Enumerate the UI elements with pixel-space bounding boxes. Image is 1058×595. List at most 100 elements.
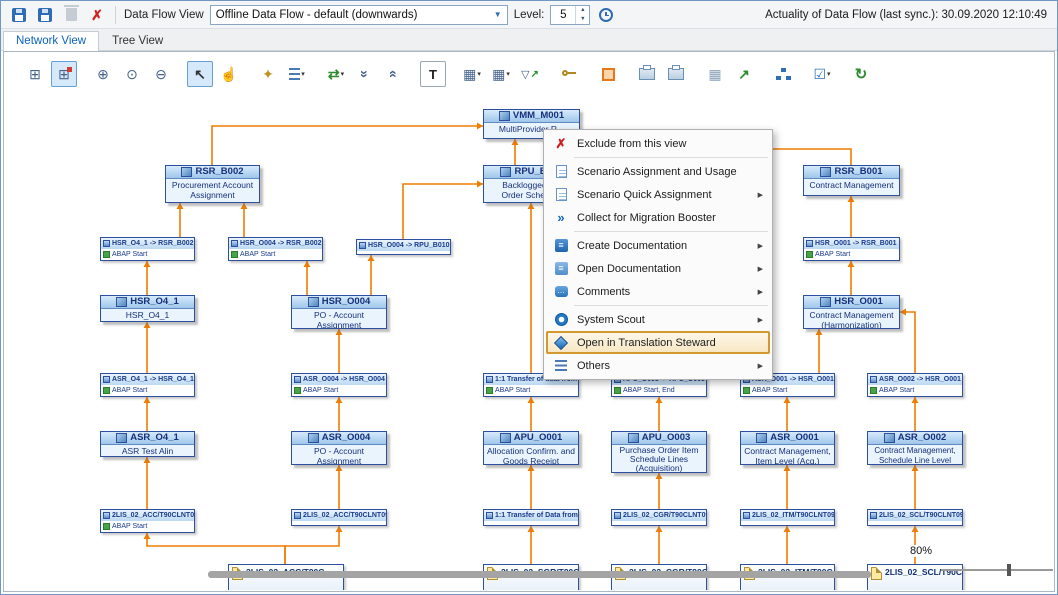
menu-item-system-scout[interactable]: System Scout ▶ bbox=[546, 308, 770, 331]
menu-item-scenario-quick-assignment[interactable]: Scenario Quick Assignment ▶ bbox=[546, 183, 770, 206]
authorization-button[interactable] bbox=[556, 61, 582, 87]
filter-up-button[interactable]: ▽↗ bbox=[517, 61, 543, 87]
print-button[interactable] bbox=[634, 61, 660, 87]
menu-item-exclude-from-view[interactable]: ✗ Exclude from this view bbox=[546, 132, 770, 155]
zoom-slider-handle[interactable] bbox=[1007, 564, 1011, 576]
tnode-line: ABAP Start bbox=[240, 251, 275, 258]
infoprovider-icon bbox=[116, 433, 127, 443]
node-asr-o002[interactable]: ASR_O002 Contract Management,Schedule Li… bbox=[867, 431, 963, 465]
discard-button[interactable]: ✗ bbox=[87, 5, 107, 25]
node-asr-o4-1[interactable]: ASR_O4_1 ASR Test Alin bbox=[100, 431, 195, 457]
transformation-node-t2[interactable]: HSR_O004 -> RSR_B002 ABAP Start bbox=[228, 237, 323, 261]
tnode-title: HSR_O4_1 -> RSR_B002 bbox=[112, 240, 194, 247]
expand-all-button[interactable]: « bbox=[381, 61, 407, 87]
transformation-node-t5[interactable]: ASR_O4_1 -> HSR_O4_1 ABAP Start bbox=[100, 373, 195, 397]
level-spinner[interactable]: 5 ▲ ▼ bbox=[550, 5, 590, 25]
spinner-arrows[interactable]: ▲ ▼ bbox=[575, 6, 589, 24]
transformation-node-t15[interactable]: 2LIS_02_ITM/T90CLNT090->... bbox=[740, 509, 835, 526]
report-button[interactable]: ☑▾ bbox=[809, 61, 835, 87]
node-hsr-o4-1[interactable]: HSR_O4_1 HSR_O4_1 bbox=[100, 295, 195, 322]
transformation-node-t12[interactable]: 2LIS_02_ACC/T90CLNT090 ->... bbox=[291, 509, 387, 526]
spinner-down-icon[interactable]: ▼ bbox=[576, 15, 589, 24]
transformation-node-t10[interactable]: ASR_O002 -> HSR_O001 ABAP Start bbox=[867, 373, 963, 397]
menu-item-open-in-translation-steward[interactable]: Open in Translation Steward bbox=[546, 331, 770, 354]
delete-button[interactable] bbox=[61, 5, 81, 25]
tnode-line: ABAP Start, End bbox=[623, 387, 675, 394]
table-view-button[interactable]: ▦▾ bbox=[459, 61, 485, 87]
save-button[interactable] bbox=[9, 5, 29, 25]
data-flow-select[interactable]: Offline Data Flow - default (downwards) … bbox=[210, 5, 508, 25]
select-tool-button[interactable]: ↖ bbox=[187, 61, 213, 87]
node-title: ASR_O002 bbox=[898, 432, 947, 444]
horizontal-scrollbar-thumb[interactable] bbox=[208, 571, 871, 578]
transformation-node-t16[interactable]: 2LIS_02_SCL/T90CLNT090->... bbox=[867, 509, 963, 526]
network-layout-button[interactable]: ⊞ bbox=[51, 61, 77, 87]
datasource-2lis-02-scl[interactable]: 2LIS_02_SCL/T90CL... bbox=[867, 564, 963, 590]
swap-icon: ⇄ bbox=[328, 66, 340, 83]
transformation-node-t6[interactable]: ASR_O004 -> HSR_O004 ABAP Start bbox=[291, 373, 387, 397]
zoom-out-button[interactable]: ⊖ bbox=[148, 61, 174, 87]
text-tool-button[interactable]: T bbox=[420, 61, 446, 87]
tab-tree-view[interactable]: Tree View bbox=[99, 31, 176, 50]
table-icon: ▦ bbox=[463, 66, 476, 83]
menu-item-others[interactable]: Others ▶ bbox=[546, 354, 770, 377]
magic-wand-icon: ✦ bbox=[262, 66, 274, 83]
submenu-arrow-icon: ▶ bbox=[758, 288, 763, 296]
node-apu-o003[interactable]: APU_O003 Purchase Order ItemSchedule Lin… bbox=[611, 431, 707, 473]
app-window: ✗ Data Flow View Offline Data Flow - def… bbox=[0, 0, 1058, 595]
transformation-node-t1[interactable]: HSR_O4_1 -> RSR_B002 ABAP Start bbox=[100, 237, 195, 261]
node-rsr-b002[interactable]: RSR_B002 Procurement AccountAssignment bbox=[165, 165, 260, 203]
transformation-node-t4[interactable]: HSR_O001 -> RSR_B001 ABAP Start bbox=[803, 237, 900, 261]
highlight-button[interactable] bbox=[595, 61, 621, 87]
zoom-100-button[interactable]: ⊙ bbox=[119, 61, 145, 87]
node-title: VMM_M001 bbox=[513, 110, 564, 122]
node-hsr-o001[interactable]: HSR_O001 Contract Management(Harmonizati… bbox=[803, 295, 900, 329]
datasource-icon bbox=[871, 567, 882, 580]
level-label: Level: bbox=[514, 9, 545, 21]
swap-direction-button[interactable]: ⇄▾ bbox=[323, 61, 349, 87]
zoom-in-button[interactable]: ⊕ bbox=[90, 61, 116, 87]
menu-item-collect-migration-booster[interactable]: » Collect for Migration Booster bbox=[546, 206, 770, 229]
transformation-node-t13[interactable]: 1:1 Transfer of Data from 2LIS... bbox=[483, 509, 579, 526]
transformation-icon bbox=[294, 512, 301, 519]
node-apu-o001[interactable]: APU_O001 Allocation Confirm. andGoods Re… bbox=[483, 431, 579, 465]
transformation-icon bbox=[103, 512, 110, 519]
red-dot bbox=[67, 67, 72, 72]
menu-item-open-documentation[interactable]: ≡ Open Documentation ▶ bbox=[546, 257, 770, 280]
collapse-all-button[interactable]: » bbox=[352, 61, 378, 87]
table-filter-icon: ▦ bbox=[492, 66, 505, 83]
node-asr-o004[interactable]: ASR_O004 PO - Account Assignment(Acquisi… bbox=[291, 431, 387, 465]
node-hsr-o004[interactable]: HSR_O004 PO - Account Assignment(Harmoni… bbox=[291, 295, 387, 329]
node-rsr-b001[interactable]: RSR_B001 Contract Management bbox=[803, 165, 900, 196]
pan-tool-button[interactable]: ☝ bbox=[216, 61, 242, 87]
save-icon bbox=[12, 8, 26, 22]
transformation-node-t11[interactable]: 2LIS_02_ACC/T90CLNT090 ->.. ABAP Start bbox=[100, 509, 195, 533]
grid-small-button[interactable]: ▦ bbox=[702, 61, 728, 87]
magic-wand-button[interactable]: ✦ bbox=[255, 61, 281, 87]
actuality-check-button[interactable] bbox=[596, 5, 616, 25]
menu-item-create-documentation[interactable]: ≡ Create Documentation ▶ bbox=[546, 234, 770, 257]
org-chart-button[interactable] bbox=[770, 61, 796, 87]
levels-button[interactable]: ▾ bbox=[284, 61, 310, 87]
transformation-node-t3[interactable]: HSR_O004 -> RPU_B010 bbox=[356, 239, 451, 255]
refresh-button[interactable]: ↻ bbox=[848, 61, 874, 87]
abap-icon bbox=[103, 251, 110, 258]
transformation-node-t14[interactable]: 2LIS_02_CGR/T90CLNT090->... bbox=[611, 509, 707, 526]
menu-item-scenario-assignment[interactable]: Scenario Assignment and Usage bbox=[546, 160, 770, 183]
zoom-slider[interactable] bbox=[941, 569, 1053, 571]
node-asr-o001[interactable]: ASR_O001 Contract Management,Item Level … bbox=[740, 431, 835, 465]
table-filter-button[interactable]: ▦▾ bbox=[488, 61, 514, 87]
menu-item-comments[interactable]: … Comments ▶ bbox=[546, 280, 770, 303]
abap-icon bbox=[486, 387, 493, 394]
print-preview-button[interactable] bbox=[663, 61, 689, 87]
data-flow-canvas[interactable]: VMM_M001 MultiProvider R... RSR_B002 Pro… bbox=[5, 92, 1053, 590]
grid-layout-button[interactable]: ⊞ bbox=[22, 61, 48, 87]
save-as-button[interactable] bbox=[35, 5, 55, 25]
tab-network-view[interactable]: Network View bbox=[3, 31, 99, 51]
infoprovider-icon bbox=[308, 297, 319, 307]
view-tabs: Network View Tree View bbox=[1, 29, 1057, 51]
export-image-button[interactable]: ↗ bbox=[731, 61, 757, 87]
collapse-all-icon: » bbox=[357, 70, 373, 78]
tnode-line: ABAP Start bbox=[303, 387, 338, 394]
spinner-up-icon[interactable]: ▲ bbox=[576, 6, 589, 15]
